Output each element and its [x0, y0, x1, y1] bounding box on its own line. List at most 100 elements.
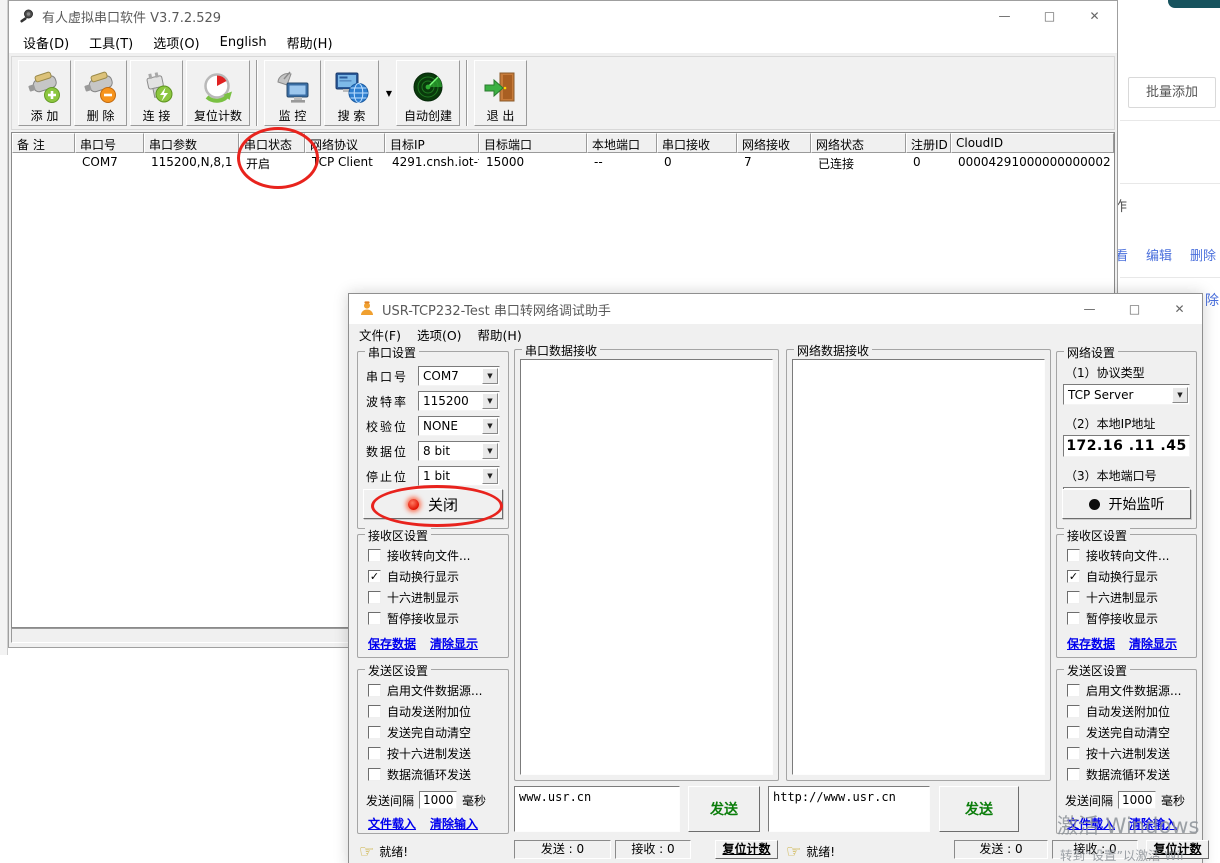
header-protocol[interactable]: 网络协议	[305, 133, 385, 153]
header-target-port[interactable]: 目标端口	[479, 133, 587, 153]
menu-device[interactable]: 设备(D)	[23, 33, 69, 52]
network-send-input[interactable]: http://www.usr.cn	[768, 786, 930, 832]
exit-button[interactable]: 退 出	[474, 60, 527, 126]
network-recv-area[interactable]	[792, 359, 1045, 775]
maximize-button[interactable]: □	[1027, 1, 1072, 31]
checkbox-box[interactable]	[1067, 684, 1080, 697]
tcp232-close-button[interactable]: ✕	[1157, 294, 1202, 324]
auto-send-extra-checkbox[interactable]: 自动发送附加位	[1067, 704, 1196, 719]
save-data-link[interactable]: 保存数据	[1067, 635, 1115, 652]
checkbox-box[interactable]	[368, 591, 381, 604]
checkbox-box[interactable]	[1067, 747, 1080, 760]
chevron-down-icon[interactable]: ▼	[1172, 387, 1188, 403]
serial-send-button[interactable]: 发送	[688, 786, 760, 832]
delete-button[interactable]: 删 除	[74, 60, 127, 126]
send-as-hex-checkbox[interactable]: 按十六进制发送	[1067, 746, 1196, 761]
recv-to-file-checkbox[interactable]: 接收转向文件...	[368, 548, 508, 563]
network-send-button[interactable]: 发送	[939, 786, 1019, 832]
search-button[interactable]: 搜 索	[324, 60, 379, 126]
auto-wrap-checkbox[interactable]: 自动换行显示	[1067, 569, 1196, 584]
checkbox-box[interactable]	[368, 705, 381, 718]
auto-wrap-checkbox[interactable]: 自动换行显示	[368, 569, 508, 584]
file-load-link[interactable]: 文件载入	[368, 815, 416, 832]
checkbox-box[interactable]	[368, 549, 381, 562]
start-listen-button[interactable]: 开始监听	[1062, 489, 1191, 519]
clear-display-link[interactable]: 清除显示	[1129, 635, 1177, 652]
checkbox-box[interactable]	[368, 726, 381, 739]
pause-recv-checkbox[interactable]: 暂停接收显示	[1067, 611, 1196, 626]
header-net-state[interactable]: 网络状态	[811, 133, 906, 153]
local-ip-input[interactable]: 172.16 .11 .45	[1063, 435, 1190, 457]
checkbox-box[interactable]	[368, 684, 381, 697]
menu-options2[interactable]: 选项(O)	[417, 325, 462, 344]
save-data-link[interactable]: 保存数据	[368, 635, 416, 652]
checkbox-box[interactable]	[368, 747, 381, 760]
delete-link-partial[interactable]: 除	[1205, 290, 1219, 310]
serial-recv-area[interactable]	[520, 359, 773, 775]
chevron-down-icon[interactable]: ▼	[482, 368, 498, 384]
header-serial-params[interactable]: 串口参数	[144, 133, 239, 153]
loop-send-checkbox[interactable]: 数据流循环发送	[1067, 767, 1196, 782]
checkbox-box[interactable]	[368, 570, 381, 583]
send-as-hex-checkbox[interactable]: 按十六进制发送	[368, 746, 508, 761]
interval-input[interactable]	[1118, 791, 1156, 809]
com-port-select[interactable]: COM7▼	[418, 366, 500, 386]
auto-create-button[interactable]: 自动创建	[396, 60, 460, 126]
clear-after-send-checkbox[interactable]: 发送完自动清空	[1067, 725, 1196, 740]
parity-select[interactable]: NONE▼	[418, 416, 500, 436]
header-serial-rx[interactable]: 串口接收	[657, 133, 737, 153]
clear-display-link[interactable]: 清除显示	[430, 635, 478, 652]
reset-count-button[interactable]: 复位计数	[186, 60, 250, 126]
minimize-button[interactable]: —	[982, 1, 1027, 31]
checkbox-box[interactable]	[1067, 612, 1080, 625]
baud-rate-select[interactable]: 115200▼	[418, 391, 500, 411]
menu-help[interactable]: 帮助(H)	[287, 33, 333, 52]
menu-file[interactable]: 文件(F)	[359, 325, 401, 344]
protocol-select[interactable]: TCP Server▼	[1063, 384, 1190, 405]
menu-options[interactable]: 选项(O)	[153, 33, 199, 52]
close-serial-button[interactable]: 关闭	[363, 489, 503, 519]
checkbox-box[interactable]	[368, 612, 381, 625]
file-source-checkbox[interactable]: 启用文件数据源...	[368, 683, 508, 698]
batch-add-button[interactable]: 批量添加	[1128, 77, 1216, 108]
chevron-down-icon[interactable]: ▼	[482, 468, 498, 484]
clear-input-link[interactable]: 清除输入	[430, 815, 478, 832]
checkbox-box[interactable]	[1067, 768, 1080, 781]
checkbox-box[interactable]	[1067, 726, 1080, 739]
checkbox-box[interactable]	[1067, 549, 1080, 562]
connect-button[interactable]: 连 接	[130, 60, 183, 126]
header-com-port[interactable]: 串口号	[75, 133, 144, 153]
stop-bits-select[interactable]: 1 bit▼	[418, 466, 500, 486]
checkbox-box[interactable]	[368, 768, 381, 781]
close-button[interactable]: ✕	[1072, 1, 1117, 31]
network-reset-count-button[interactable]: 复位计数	[1146, 840, 1209, 859]
header-reg-id[interactable]: 注册ID	[906, 133, 951, 153]
checkbox-box[interactable]	[1067, 705, 1080, 718]
recv-to-file-checkbox[interactable]: 接收转向文件...	[1067, 548, 1196, 563]
checkbox-box[interactable]	[1067, 570, 1080, 583]
header-local-port[interactable]: 本地端口	[587, 133, 657, 153]
add-button[interactable]: 添 加	[18, 60, 71, 126]
checkbox-box[interactable]	[1067, 591, 1080, 604]
header-remark[interactable]: 备 注	[12, 133, 75, 153]
monitor-button[interactable]: 监 控	[264, 60, 321, 126]
auto-send-extra-checkbox[interactable]: 自动发送附加位	[368, 704, 508, 719]
pause-recv-checkbox[interactable]: 暂停接收显示	[368, 611, 508, 626]
tcp232-maximize-button[interactable]: □	[1112, 294, 1157, 324]
serial-send-input[interactable]: www.usr.cn	[514, 786, 680, 832]
chevron-down-icon[interactable]: ▼	[482, 393, 498, 409]
serial-reset-count-button[interactable]: 复位计数	[715, 840, 778, 859]
menu-help2[interactable]: 帮助(H)	[478, 325, 522, 344]
file-source-checkbox[interactable]: 启用文件数据源...	[1067, 683, 1196, 698]
header-target-ip[interactable]: 目标IP	[385, 133, 479, 153]
data-bits-select[interactable]: 8 bit▼	[418, 441, 500, 461]
table-row[interactable]: COM7 115200,N,8,1 开启 TCP Client 4291.cns…	[12, 153, 1114, 172]
delete-link[interactable]: 删除	[1190, 245, 1216, 264]
hex-display-checkbox[interactable]: 十六进制显示	[368, 590, 508, 605]
tcp232-minimize-button[interactable]: —	[1067, 294, 1112, 324]
chevron-down-icon[interactable]: ▼	[482, 418, 498, 434]
chevron-down-icon[interactable]: ▼	[482, 443, 498, 459]
search-dropdown-arrow[interactable]: ▼	[382, 60, 396, 126]
edit-link[interactable]: 编辑	[1146, 245, 1172, 264]
clear-input-link[interactable]: 清除输入	[1129, 815, 1177, 832]
